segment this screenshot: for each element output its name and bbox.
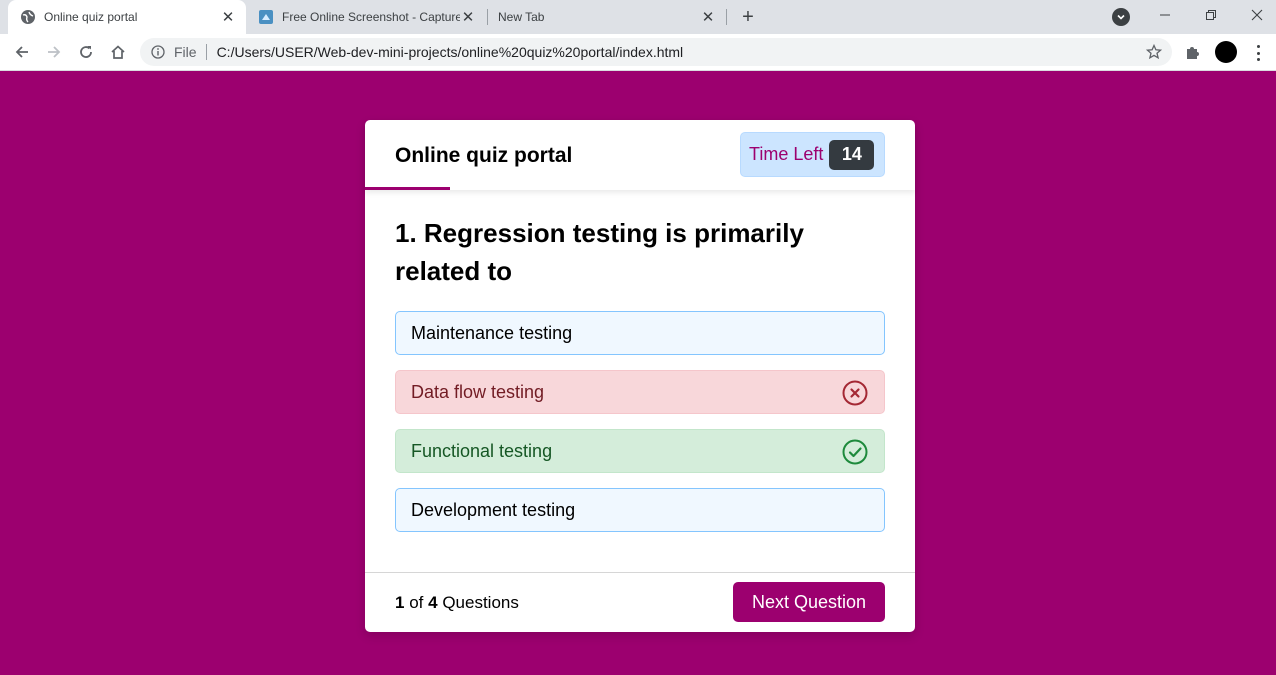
tab-search-icon[interactable]: [1112, 8, 1130, 26]
tab-title: Online quiz portal: [44, 10, 138, 24]
quiz-title: Online quiz portal: [395, 144, 573, 167]
quiz-card: Online quiz portal Time Left 14 1. Regre…: [365, 120, 915, 632]
bookmark-star-icon[interactable]: [1144, 42, 1164, 62]
option-data-flow-testing[interactable]: Data flow testing: [395, 370, 885, 414]
tab-new-tab[interactable]: New Tab ✕: [490, 0, 724, 34]
close-tab-icon[interactable]: ✕: [700, 9, 716, 26]
option-label: Maintenance testing: [411, 322, 573, 343]
restore-icon[interactable]: [1188, 0, 1234, 30]
tab-title: New Tab: [498, 10, 545, 24]
screenshot-app-icon: [258, 9, 274, 25]
reload-icon[interactable]: [73, 39, 99, 65]
extensions-puzzle-icon[interactable]: [1184, 43, 1204, 63]
check-circle-icon: [842, 439, 868, 465]
globe-icon: [20, 9, 36, 25]
option-label: Functional testing: [411, 440, 553, 461]
tab-title: Free Online Screenshot - Capture: [282, 10, 460, 24]
timer-value: 14: [829, 139, 875, 170]
tab-divider: [726, 9, 727, 25]
option-maintenance-testing[interactable]: Maintenance testing: [395, 311, 885, 355]
home-icon[interactable]: [105, 39, 131, 65]
close-window-icon[interactable]: [1234, 0, 1276, 30]
option-functional-testing[interactable]: Functional testing: [395, 429, 885, 473]
cross-circle-icon: [842, 380, 868, 406]
tab-screenshot-capture[interactable]: Free Online Screenshot - Capture ✕: [250, 0, 484, 34]
option-development-testing[interactable]: Development testing: [395, 488, 885, 532]
info-icon[interactable]: [150, 44, 166, 60]
browser-toolbar: File C:/Users/USER/Web-dev-mini-projects…: [0, 34, 1276, 71]
timer-box: Time Left 14: [740, 132, 885, 177]
url-text[interactable]: C:/Users/USER/Web-dev-mini-projects/onli…: [217, 44, 1144, 60]
browser-tab-strip: Online quiz portal ✕ Free Online Screens…: [0, 0, 1276, 34]
profile-avatar[interactable]: [1215, 41, 1237, 63]
question-text: 1. Regression testing is primarily relat…: [395, 218, 804, 286]
tab-divider: [487, 9, 488, 25]
address-divider: [205, 44, 207, 60]
question-counter: 1 of 4 Questions: [395, 593, 519, 613]
quiz-footer: 1 of 4 Questions Next Question: [365, 572, 915, 632]
quiz-header: Online quiz portal Time Left 14: [365, 120, 915, 190]
scheme-label: File: [174, 44, 197, 60]
next-question-button[interactable]: Next Question: [733, 582, 885, 622]
option-label: Data flow testing: [411, 381, 545, 402]
questions-text: Questions: [442, 593, 519, 612]
back-arrow-icon[interactable]: [9, 39, 35, 65]
close-tab-icon[interactable]: ✕: [220, 9, 236, 26]
forward-arrow-icon[interactable]: [41, 39, 67, 65]
current-question-number: 1: [395, 593, 405, 612]
option-label: Development testing: [411, 499, 576, 520]
close-tab-icon[interactable]: ✕: [460, 9, 476, 26]
new-tab-plus-icon[interactable]: +: [736, 5, 760, 29]
options-list: Maintenance testing Data flow testing Fu…: [395, 311, 885, 547]
minimize-icon[interactable]: [1142, 0, 1188, 30]
time-progress-line: [365, 187, 450, 190]
timer-label: Time Left: [749, 144, 824, 164]
total-question-number: 4: [428, 593, 438, 612]
address-bar[interactable]: File C:/Users/USER/Web-dev-mini-projects…: [140, 38, 1172, 66]
tab-online-quiz-portal[interactable]: Online quiz portal ✕: [8, 0, 246, 34]
of-text: of: [409, 593, 424, 612]
more-menu-icon[interactable]: [1250, 43, 1266, 63]
